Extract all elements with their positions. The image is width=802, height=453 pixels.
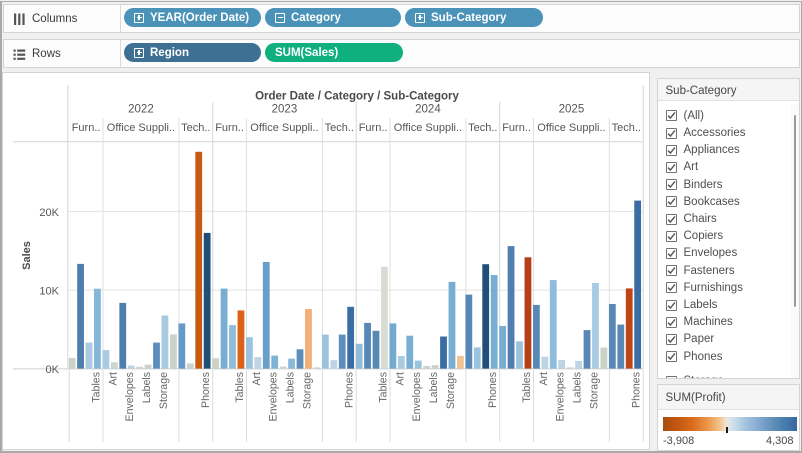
svg-text:Art: Art <box>251 372 263 386</box>
svg-text:Storage: Storage <box>301 372 313 409</box>
svg-text:Office Suppli..: Office Suppli.. <box>537 122 605 134</box>
svg-text:Phones: Phones <box>487 372 499 408</box>
svg-text:Tech..: Tech.. <box>181 122 210 134</box>
svg-text:Labels: Labels <box>285 372 297 403</box>
svg-text:Art: Art <box>107 372 119 386</box>
svg-text:Office Suppli..: Office Suppli.. <box>250 122 318 134</box>
svg-text:Sales: Sales <box>21 241 33 270</box>
svg-text:Tables: Tables <box>234 372 246 403</box>
svg-text:Tech..: Tech.. <box>612 122 641 134</box>
svg-text:2024: 2024 <box>415 104 441 116</box>
svg-text:Art: Art <box>394 372 406 386</box>
svg-text:Phones: Phones <box>344 372 356 408</box>
svg-text:Phones: Phones <box>631 372 643 408</box>
svg-text:Tables: Tables <box>521 372 533 403</box>
svg-text:2025: 2025 <box>559 104 585 116</box>
svg-text:Storage: Storage <box>588 372 600 409</box>
svg-text:Phones: Phones <box>200 372 212 408</box>
svg-text:Envelopes: Envelopes <box>411 372 423 421</box>
svg-text:Tables: Tables <box>377 372 389 403</box>
svg-text:Labels: Labels <box>572 372 584 403</box>
svg-text:2022: 2022 <box>128 104 154 116</box>
svg-text:Furn..: Furn.. <box>72 122 101 134</box>
svg-text:Art: Art <box>538 372 550 386</box>
svg-text:20K: 20K <box>39 207 59 219</box>
svg-text:2023: 2023 <box>272 104 298 116</box>
svg-text:Tables: Tables <box>90 372 102 403</box>
svg-text:Envelopes: Envelopes <box>555 372 567 421</box>
svg-text:Labels: Labels <box>428 372 440 403</box>
svg-text:Office Suppli..: Office Suppli.. <box>107 122 175 134</box>
svg-text:Furn..: Furn.. <box>502 122 531 134</box>
svg-text:Tech..: Tech.. <box>325 122 354 134</box>
svg-text:Tech..: Tech.. <box>468 122 497 134</box>
svg-text:Office Suppli..: Office Suppli.. <box>394 122 462 134</box>
svg-text:Furn..: Furn.. <box>359 122 388 134</box>
svg-text:Storage: Storage <box>158 372 170 409</box>
svg-text:10K: 10K <box>39 286 59 298</box>
svg-text:Envelopes: Envelopes <box>268 372 280 421</box>
svg-text:Envelopes: Envelopes <box>124 372 136 421</box>
svg-text:Order Date / Category / Sub-Ca: Order Date / Category / Sub-Category <box>255 91 459 103</box>
svg-text:Storage: Storage <box>445 372 457 409</box>
svg-text:Labels: Labels <box>141 372 153 403</box>
svg-text:0K: 0K <box>46 364 60 376</box>
svg-text:Furn..: Furn.. <box>215 122 244 134</box>
